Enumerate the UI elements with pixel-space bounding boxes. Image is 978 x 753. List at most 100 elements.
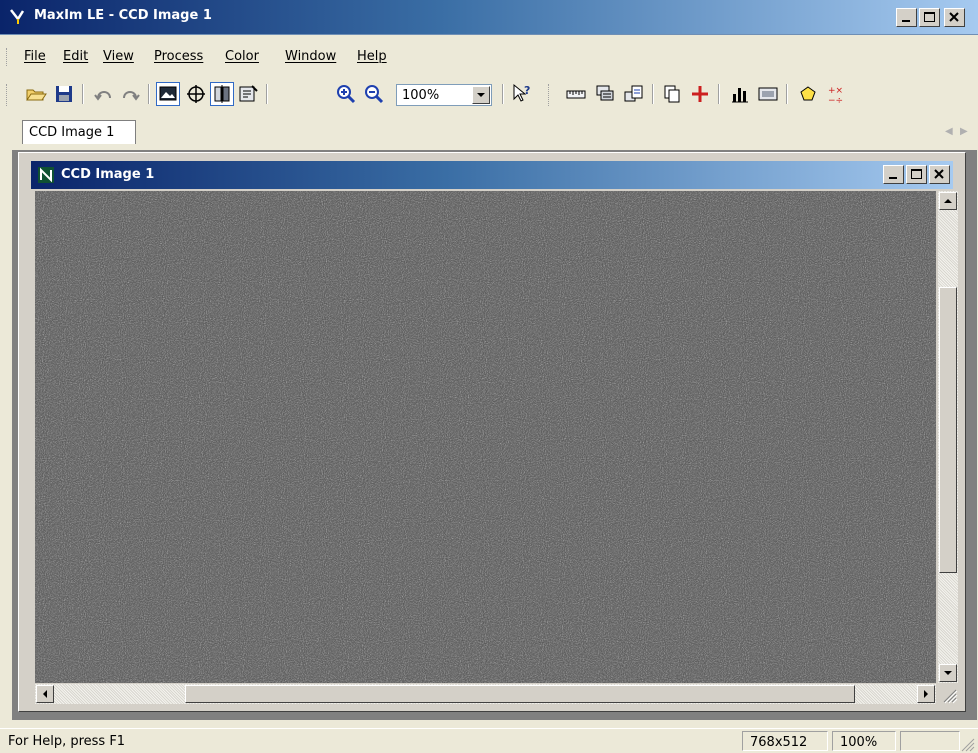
math-icon: +×−÷ [828, 86, 843, 106]
compare-icon [214, 85, 230, 103]
toolbar-separator [718, 84, 720, 104]
svg-text:+×: +× [828, 86, 843, 96]
app-title: MaxIm LE - CCD Image 1 [34, 8, 212, 23]
chevron-down-icon [944, 671, 952, 675]
display-icon [758, 87, 778, 101]
chevron-left-icon [43, 690, 47, 698]
maximize-icon [924, 12, 935, 22]
open-folder-icon [26, 89, 47, 101]
maximize-icon [911, 169, 922, 179]
scroll-left-button[interactable] [36, 685, 54, 703]
context-help-button[interactable]: ? [510, 82, 534, 106]
chevron-down-icon [477, 93, 485, 97]
horizontal-scroll-thumb[interactable] [185, 685, 855, 703]
open-button[interactable] [24, 82, 48, 106]
zoom-dropdown-button[interactable] [472, 86, 490, 104]
toolbar-grip[interactable] [548, 84, 552, 106]
export-icon [624, 85, 643, 102]
ccd-image-canvas[interactable] [35, 191, 936, 683]
display-button[interactable] [756, 82, 780, 106]
star-button[interactable] [796, 82, 820, 106]
menu-file[interactable]: File [24, 49, 46, 64]
status-resize-grip-icon[interactable] [958, 735, 976, 753]
math-button[interactable]: +× −÷ [824, 82, 848, 106]
zoom-level-select[interactable]: 100% [396, 84, 492, 106]
export-button[interactable] [622, 82, 646, 106]
tab-scroll-right-icon[interactable]: ▶ [960, 126, 968, 137]
star-icon [800, 86, 816, 101]
vertical-scroll-thumb[interactable] [939, 287, 957, 573]
status-bar: For Help, press F1 768x512 100% [0, 728, 978, 753]
child-minimize-button[interactable] [883, 165, 904, 184]
toolbar-grip[interactable] [6, 84, 10, 106]
toolbar-separator [266, 84, 268, 104]
menu-color[interactable]: Color [225, 49, 259, 64]
undo-button[interactable] [92, 82, 116, 106]
close-icon [949, 12, 959, 22]
svg-text:−÷: −÷ [828, 96, 843, 106]
settings-icon [239, 85, 258, 102]
status-empty-pane [900, 731, 960, 751]
ccd-noise-image [35, 191, 936, 683]
zoom-level-value: 100% [402, 88, 440, 103]
tab-ccd-image-1[interactable]: CCD Image 1 [22, 120, 136, 144]
resize-grip[interactable] [938, 684, 958, 704]
compare-button[interactable] [210, 82, 234, 106]
menu-window[interactable]: Window [285, 49, 336, 64]
close-icon [934, 169, 944, 179]
scroll-right-button[interactable] [917, 685, 935, 703]
status-dimensions-pane: 768x512 [742, 731, 828, 751]
redo-button[interactable] [118, 82, 142, 106]
copy-button[interactable] [660, 82, 684, 106]
image-document-icon [38, 167, 54, 183]
close-button[interactable] [944, 8, 965, 27]
add-button[interactable] [688, 82, 712, 106]
image-view-icon [159, 86, 177, 101]
histogram-button[interactable] [728, 82, 752, 106]
main-title-bar[interactable]: MaxIm LE - CCD Image 1 [0, 0, 978, 35]
child-title-bar[interactable]: CCD Image 1 [31, 161, 953, 189]
menu-process[interactable]: Process [154, 49, 203, 64]
horizontal-scrollbar[interactable] [35, 684, 936, 704]
menu-edit[interactable]: Edit [63, 49, 88, 64]
menu-grip[interactable] [6, 48, 10, 66]
svg-text:?: ? [524, 84, 530, 97]
image-view-button[interactable] [156, 82, 180, 106]
tab-scroll-left-icon[interactable]: ◀ [945, 126, 953, 137]
toolbar: 100% ? +× −÷ [0, 74, 978, 116]
minimize-icon [889, 177, 897, 179]
stack-icon [596, 85, 614, 101]
zoom-out-button[interactable] [362, 82, 386, 106]
status-dimensions: 768x512 [750, 735, 808, 750]
minimize-button[interactable] [896, 8, 917, 27]
toolbar-separator [652, 84, 654, 104]
zoom-out-icon [365, 85, 384, 104]
ruler-button[interactable] [564, 82, 588, 106]
child-maximize-button[interactable] [906, 165, 927, 184]
save-icon [56, 86, 72, 102]
crosshair-button[interactable] [184, 82, 208, 106]
scroll-up-button[interactable] [939, 192, 957, 210]
menu-help[interactable]: Help [357, 49, 387, 64]
menu-view[interactable]: View [103, 49, 134, 64]
maximize-button[interactable] [919, 8, 940, 27]
toolbar-separator [502, 84, 504, 104]
chevron-up-icon [944, 199, 952, 203]
histogram-icon [732, 88, 748, 103]
ruler-icon [566, 90, 586, 99]
minimize-icon [902, 20, 910, 22]
document-tab-strip: CCD Image 1 ◀ ▶ [0, 118, 978, 146]
child-close-button[interactable] [929, 165, 950, 184]
save-button[interactable] [52, 82, 76, 106]
copy-icon [664, 85, 680, 103]
vertical-scrollbar[interactable] [938, 191, 958, 683]
scroll-down-button[interactable] [939, 664, 957, 682]
chevron-right-icon [924, 690, 928, 698]
status-zoom: 100% [840, 735, 878, 750]
tab-label: CCD Image 1 [29, 125, 115, 140]
stack-button[interactable] [594, 82, 618, 106]
zoom-in-button[interactable] [334, 82, 358, 106]
resize-grip-icon [943, 689, 958, 704]
status-zoom-pane: 100% [832, 731, 896, 751]
settings-button[interactable] [236, 82, 260, 106]
